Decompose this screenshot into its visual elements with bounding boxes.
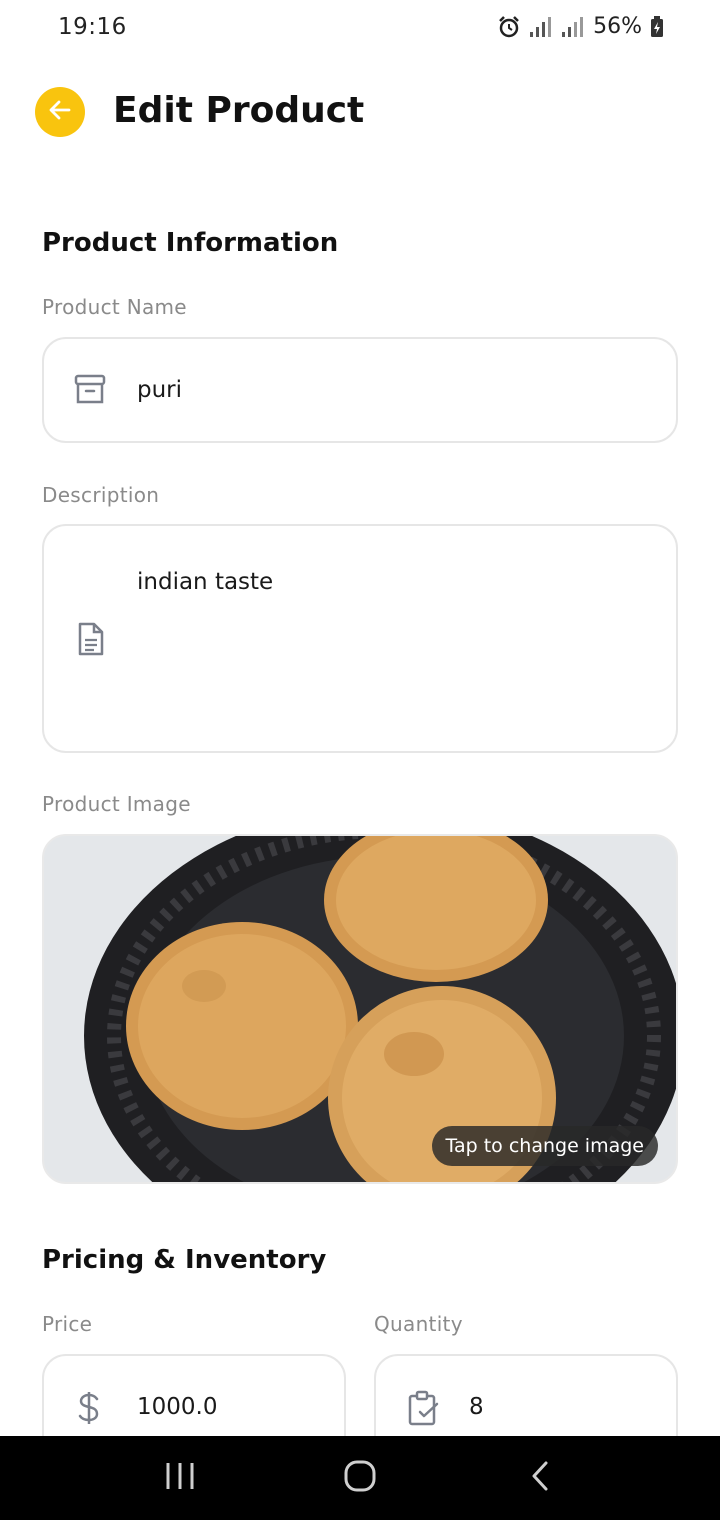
product-name-field[interactable]: puri <box>42 337 678 443</box>
description-value: indian taste <box>137 569 274 595</box>
document-icon <box>74 622 106 656</box>
archive-box-icon <box>72 372 108 408</box>
tap-to-change-image-hint: Tap to change image <box>431 1126 658 1166</box>
product-image[interactable]: Tap to change image <box>42 834 678 1184</box>
home-button[interactable] <box>320 1448 400 1508</box>
signal-icon-2 <box>561 16 585 38</box>
quantity-label: Quantity <box>374 1312 463 1336</box>
quantity-value: 8 <box>469 1394 484 1420</box>
price-value: 1000.0 <box>137 1394 218 1420</box>
alarm-icon <box>497 15 521 39</box>
dollar-icon <box>74 1390 104 1426</box>
back-arrow-icon <box>47 97 73 127</box>
battery-percent: 56% <box>593 14 642 39</box>
nav-back-button[interactable] <box>500 1448 580 1508</box>
nav-back-icon <box>528 1460 552 1496</box>
product-name-label: Product Name <box>42 295 187 319</box>
home-icon <box>343 1459 377 1497</box>
signal-icon <box>529 16 553 38</box>
system-nav-bar <box>0 1436 720 1520</box>
product-image-label: Product Image <box>42 792 191 816</box>
battery-icon <box>650 15 664 38</box>
status-icons: 56% <box>497 14 664 39</box>
back-button[interactable] <box>35 87 85 137</box>
price-label: Price <box>42 1312 93 1336</box>
section-title-product-info: Product Information <box>42 228 339 258</box>
product-name-value: puri <box>137 377 183 403</box>
clipboard-check-icon <box>406 1390 440 1426</box>
page-title: Edit Product <box>113 90 365 131</box>
description-label: Description <box>42 483 160 507</box>
description-field[interactable]: indian taste <box>42 524 678 753</box>
recent-apps-button[interactable] <box>140 1448 220 1508</box>
status-time: 19:16 <box>58 14 127 40</box>
section-title-pricing: Pricing & Inventory <box>42 1245 327 1275</box>
recent-apps-icon <box>164 1461 196 1495</box>
status-bar: 19:16 56% <box>0 0 720 60</box>
